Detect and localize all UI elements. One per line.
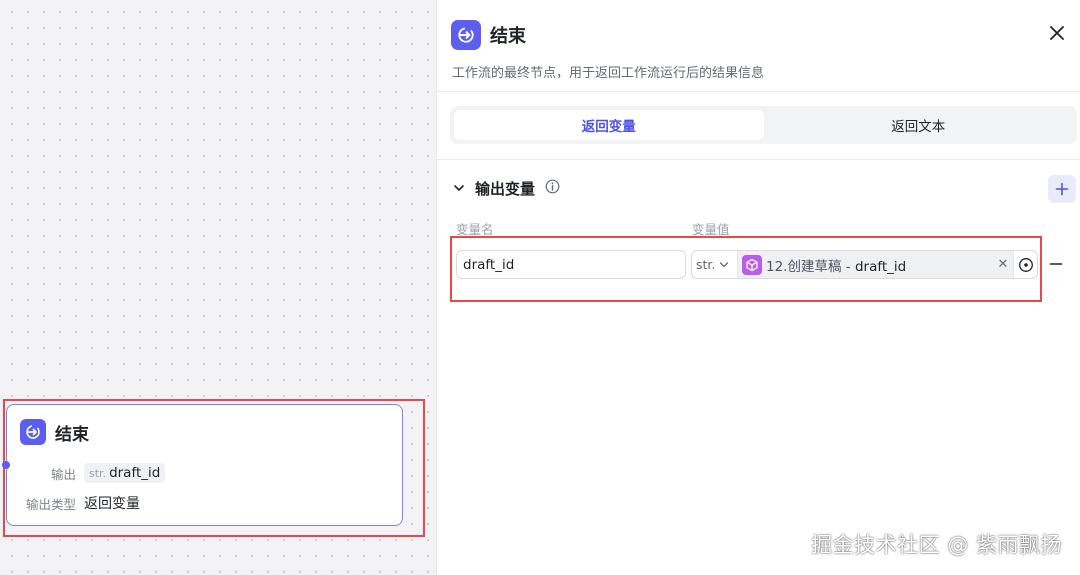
cube-icon — [742, 254, 762, 275]
node-output-type-row: 输出类型 返回变量 — [20, 493, 140, 513]
variable-reference[interactable]: 12.创建草稿 - draft_id ✕ — [738, 251, 1013, 278]
reference-node: 12.创建草稿 — [766, 258, 842, 275]
add-variable-button[interactable] — [1048, 175, 1076, 203]
variable-name-input[interactable] — [456, 250, 686, 279]
node-header: 结束 — [20, 419, 89, 445]
plus-icon — [1055, 182, 1069, 196]
node-output-row: 输出 str. draft_id — [20, 463, 166, 483]
node-title: 结束 — [55, 424, 89, 445]
variable-value-field: str. 12.创建草稿 - draft_id ✕ — [691, 250, 1038, 279]
node-output-type-label: 输出类型 — [25, 496, 76, 512]
reference-separator: - — [845, 258, 851, 275]
tab-return-text[interactable]: 返回文本 — [764, 110, 1074, 140]
divider — [437, 91, 1080, 92]
exit-arrow-icon — [20, 419, 46, 445]
close-icon[interactable] — [1046, 22, 1068, 44]
variable-type-label: str. — [696, 257, 716, 272]
reference-field: draft_id — [854, 258, 907, 275]
return-mode-tabs: 返回变量 返回文本 — [450, 106, 1077, 144]
clear-icon[interactable]: ✕ — [993, 257, 1013, 272]
chevron-down-icon — [720, 261, 729, 267]
panel-header: 结束 — [451, 20, 526, 50]
node-output-chip: str. draft_id — [84, 463, 166, 483]
node-output-type: str. — [89, 467, 107, 480]
watermark: 掘金技术社区 @ 紫雨飘扬 — [811, 533, 1062, 557]
tab-return-variable[interactable]: 返回变量 — [454, 110, 764, 140]
end-node-card[interactable]: 结束 输出 str. draft_id 输出类型 返回变量 — [2, 404, 403, 526]
exit-arrow-icon — [451, 20, 481, 50]
node-output-type-value: 返回变量 — [84, 496, 140, 512]
output-section-header[interactable]: 输出变量 — [453, 178, 560, 199]
chevron-down-icon[interactable] — [453, 179, 465, 198]
info-icon[interactable] — [545, 179, 560, 198]
node-input-port[interactable] — [2, 461, 10, 469]
target-icon[interactable] — [1013, 251, 1037, 278]
panel-description: 工作流的最终节点，用于返回工作流运行后的结果信息 — [452, 66, 765, 81]
variable-type-select[interactable]: str. — [692, 251, 738, 278]
section-title: 输出变量 — [475, 180, 536, 198]
minus-icon[interactable] — [1049, 257, 1063, 271]
divider — [437, 159, 1080, 160]
panel-title: 结束 — [490, 26, 526, 47]
reference-text: 12.创建草稿 - draft_id — [766, 255, 906, 275]
node-output-label: 输出 — [50, 466, 76, 482]
node-output-var: draft_id — [109, 465, 161, 481]
node-config-panel: 结束 工作流的最终节点，用于返回工作流运行后的结果信息 返回变量 返回文本 输出… — [436, 0, 1080, 575]
